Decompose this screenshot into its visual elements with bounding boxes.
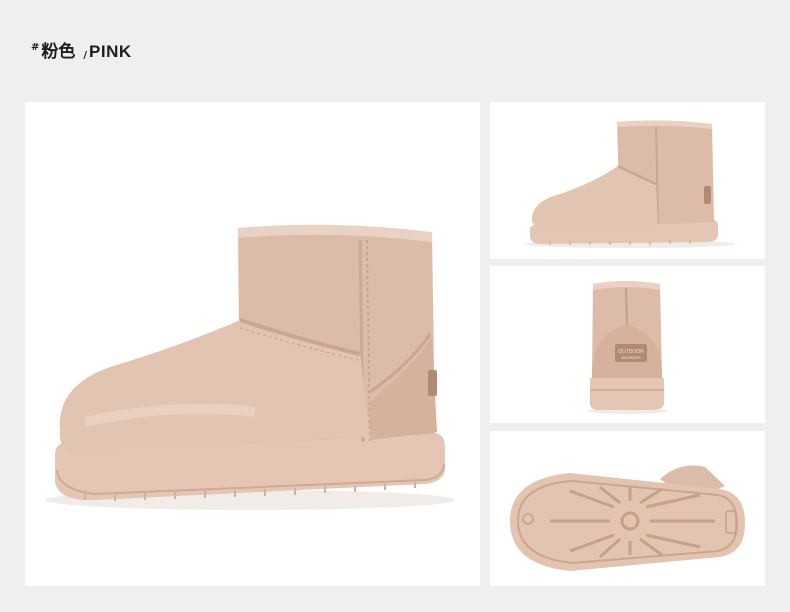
hash-mark: # (31, 42, 40, 53)
heel-badge (428, 370, 437, 396)
heading-separator: / (83, 50, 88, 61)
side-product-image (490, 102, 765, 259)
back-product-image: OUTDOOR WARRIOR (490, 266, 765, 423)
sole-product-image (490, 431, 765, 586)
boot-back-illustration: OUTDOOR WARRIOR (587, 281, 667, 414)
main-product-image (25, 102, 480, 586)
boot-side-illustration (525, 120, 735, 248)
boot-sole-illustration (510, 465, 745, 571)
boot-three-quarter-illustration (45, 224, 455, 510)
color-name-chinese: 粉色 (41, 42, 76, 62)
color-name-english: PINK (89, 42, 132, 61)
badge-label-bottom: WARRIOR (621, 355, 640, 360)
color-heading: # 粉色 / PINK (31, 37, 132, 62)
